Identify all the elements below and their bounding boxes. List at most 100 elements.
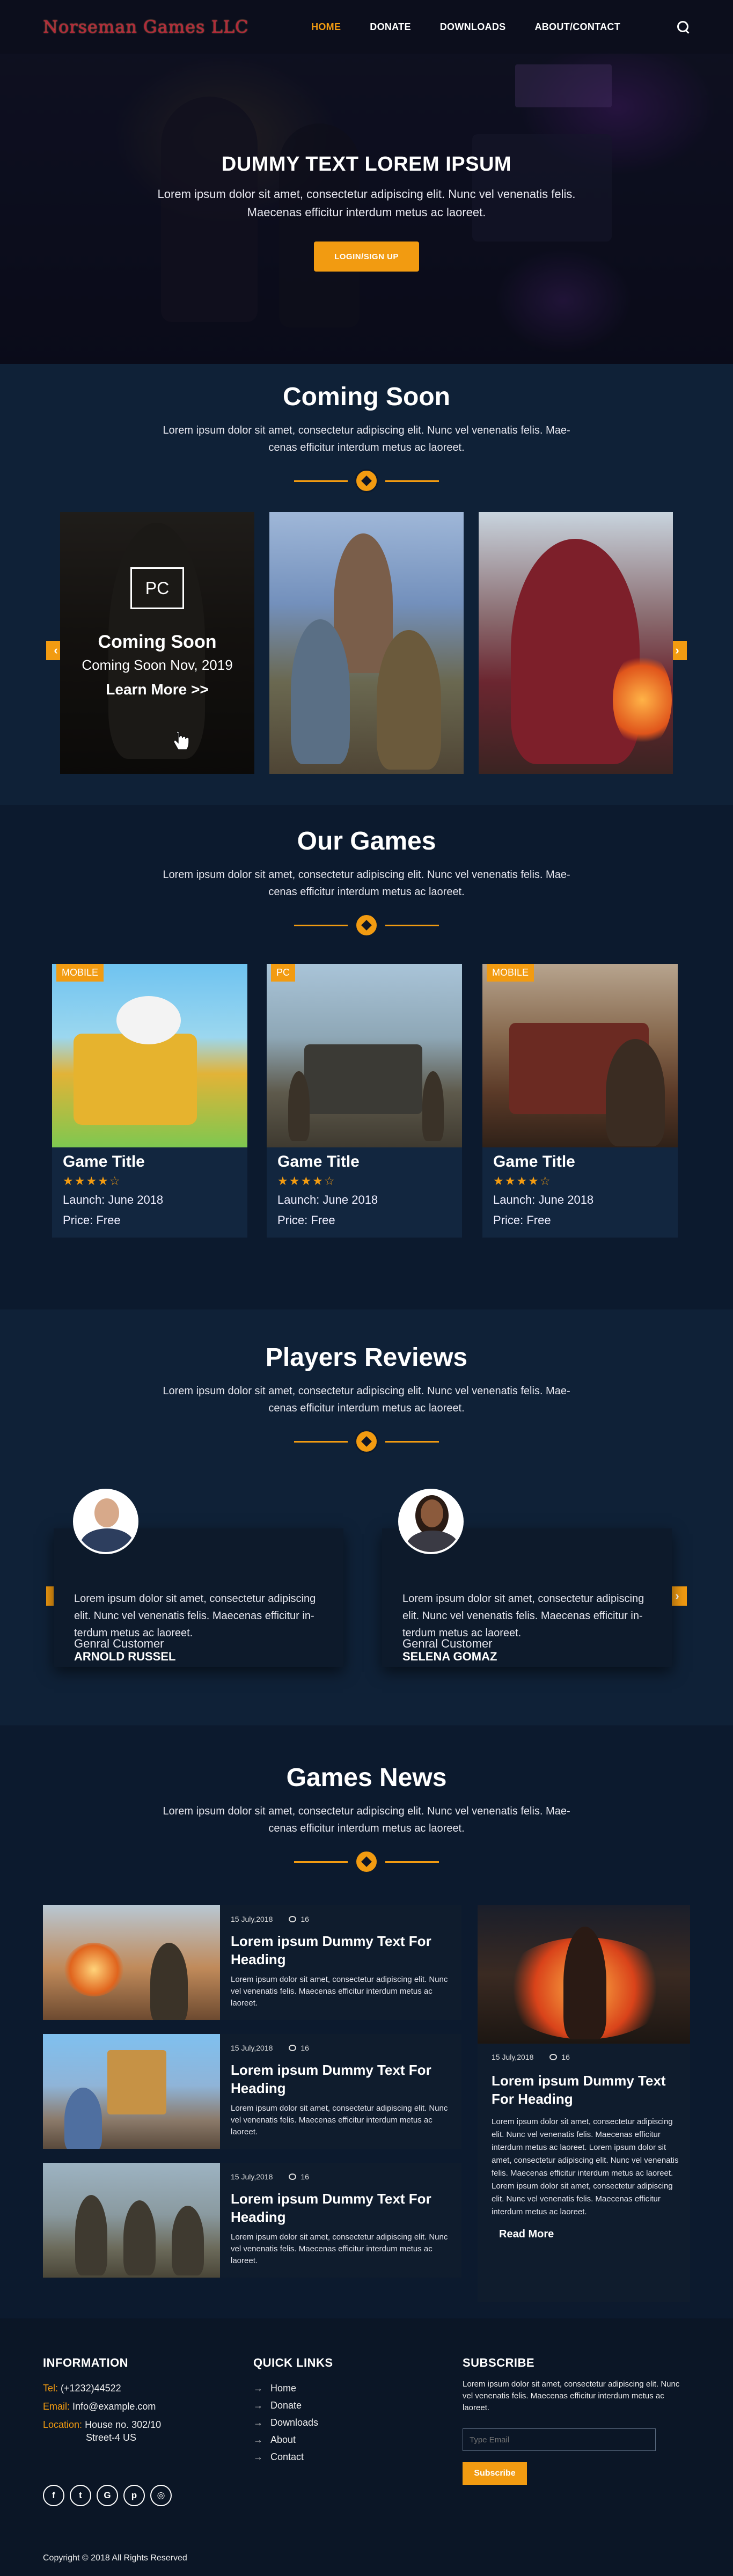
- nav-about-contact[interactable]: ABOUT/CONTACT: [534, 21, 620, 33]
- games-news-section: Games News Lorem ipsum dolor sit amet, c…: [0, 1725, 733, 2318]
- facebook-icon[interactable]: f: [43, 2485, 64, 2506]
- comment-count: 16: [300, 2044, 309, 2052]
- game-title: Game Title: [277, 1153, 360, 1170]
- read-more-link[interactable]: Read More: [499, 2228, 554, 2241]
- warrior-figure: [563, 1927, 606, 2039]
- news-heading[interactable]: Lorem ipsum Dummy Text For Heading: [492, 2072, 679, 2108]
- footer-link-contact[interactable]: Contact: [253, 2451, 304, 2463]
- news-heading[interactable]: Lorem ipsum Dummy Text For Heading: [231, 2190, 451, 2226]
- game-price: Price: Free: [277, 1213, 335, 1227]
- section-subtitle: Lorem ipsum dolor sit amet, consectetur …: [163, 1805, 570, 1834]
- footer-info-title: INFORMATION: [43, 2356, 129, 2369]
- news-meta: 15 July,2018 16: [231, 1915, 309, 1923]
- soldier-figure: [172, 2206, 204, 2275]
- featured-news[interactable]: 15 July,2018 16 Lorem ipsum Dummy Text F…: [478, 1905, 690, 2302]
- featured-news-image: [478, 1905, 690, 2044]
- game-price: Price: Free: [493, 1213, 551, 1227]
- learn-more-link[interactable]: Learn More >>: [60, 681, 254, 698]
- coming-soon-card[interactable]: PC Coming Soon Coming Soon Nov, 2019 Lea…: [60, 512, 254, 774]
- character-figure: [606, 1039, 665, 1146]
- news-image: [43, 2163, 220, 2278]
- football-icon: [355, 1430, 378, 1453]
- rating-stars: ★★★★☆: [493, 1174, 552, 1188]
- rating-stars: ★★★★☆: [63, 1174, 121, 1188]
- tower-graphic: [107, 2050, 166, 2114]
- news-heading[interactable]: Lorem ipsum Dummy Text For Heading: [231, 2061, 451, 2097]
- google-icon[interactable]: G: [97, 2485, 118, 2506]
- footer-email: Email: Info@example.com: [43, 2401, 156, 2412]
- footer-phone: Tel: (+1232)44522: [43, 2383, 121, 2394]
- pinterest-icon[interactable]: p: [123, 2485, 145, 2506]
- copyright-text: Copyright © 2018 All Rights Reserved: [43, 2553, 187, 2563]
- news-excerpt: Lorem ipsum dolor sit amet, consectetur …: [231, 2233, 448, 2265]
- platform-tag: MOBILE: [487, 964, 534, 982]
- jacket-shape: [407, 1531, 458, 1552]
- comment-icon: [549, 2054, 558, 2060]
- news-date: 15 July,2018: [231, 2044, 273, 2052]
- news-heading[interactable]: Lorem ipsum Dummy Text For Heading: [231, 1932, 451, 1968]
- launch-date: Launch: June 2018: [493, 1193, 594, 1206]
- section-subtitle: Lorem ipsum dolor sit amet, consectetur …: [163, 869, 570, 898]
- comment-count: 16: [300, 2172, 309, 2181]
- footer-subscribe-title: SUBSCRIBE: [463, 2356, 535, 2369]
- bus-graphic: [74, 1034, 197, 1125]
- fire-effect: [613, 652, 672, 748]
- footer-link-donate[interactable]: Donate: [253, 2400, 302, 2411]
- section-title: Games News: [286, 1763, 447, 1792]
- nav-downloads[interactable]: DOWNLOADS: [440, 21, 506, 33]
- hero-section: DUMMY TEXT LOREM IPSUM Lorem ipsum dolor…: [0, 0, 733, 364]
- footer-link-about[interactable]: About: [253, 2434, 296, 2446]
- game-title: Game Title: [493, 1153, 575, 1170]
- game-image: [52, 964, 247, 1147]
- footer-links-title: QUICK LINKS: [253, 2356, 333, 2369]
- footer-link-home[interactable]: Home: [253, 2383, 296, 2394]
- twitter-icon[interactable]: t: [70, 2485, 91, 2506]
- coming-soon-card[interactable]: [269, 512, 464, 774]
- main-menu: HOME DONATE DOWNLOADS ABOUT/CONTACT: [311, 20, 690, 34]
- platform-badge: PC: [130, 567, 184, 609]
- news-image: [43, 1905, 220, 2020]
- comment-icon: [289, 2045, 297, 2051]
- subscribe-email-input[interactable]: [463, 2428, 656, 2451]
- section-divider: [294, 469, 439, 493]
- nav-donate[interactable]: DONATE: [370, 21, 411, 33]
- news-date: 15 July,2018: [231, 1915, 273, 1923]
- login-signup-button[interactable]: LOGIN/SIGN UP: [314, 241, 419, 272]
- section-title: Our Games: [297, 827, 436, 855]
- site-logo[interactable]: Norseman Games LLC: [43, 17, 249, 37]
- news-item[interactable]: 15 July,2018 16 Lorem ipsum Dummy Text F…: [43, 2163, 461, 2278]
- news-meta: 15 July,2018 16: [231, 2044, 309, 2052]
- news-date: 15 July,2018: [231, 2172, 273, 2181]
- game-card[interactable]: PC Game Title ★★★★☆ Launch: June 2018 Pr…: [267, 964, 462, 1238]
- football-icon: [355, 913, 378, 937]
- soldier-figure: [288, 1071, 310, 1141]
- hero-subtitle: Lorem ipsum dolor sit amet, consectetur …: [157, 187, 576, 219]
- explosion-graphic: [64, 1943, 123, 1996]
- coming-soon-card[interactable]: [479, 512, 673, 774]
- comment-icon: [289, 1916, 297, 1922]
- news-excerpt: Lorem ipsum dolor sit amet, consectetur …: [231, 2104, 448, 2136]
- subscribe-text: Lorem ipsum dolor sit amet, consectetur …: [463, 2380, 680, 2412]
- news-excerpt: Lorem ipsum dolor sit amet, consectetur …: [231, 1975, 448, 2008]
- game-image: [482, 964, 678, 1147]
- game-card[interactable]: MOBILE Game Title ★★★★☆ Launch: June 201…: [482, 964, 678, 1238]
- news-item[interactable]: 15 July,2018 16 Lorem ipsum Dummy Text F…: [43, 1905, 461, 2020]
- reviewer-role: Genral Customer: [74, 1637, 164, 1650]
- vehicle-graphic: [304, 1044, 422, 1114]
- face-shape: [421, 1499, 443, 1527]
- nav-home[interactable]: HOME: [311, 21, 341, 33]
- footer-location-line2: Street-4 US: [86, 2432, 137, 2443]
- game-card[interactable]: MOBILE Game Title ★★★★☆ Launch: June 201…: [52, 964, 247, 1238]
- section-divider: [294, 1430, 439, 1453]
- subscribe-button[interactable]: Subscribe: [463, 2462, 527, 2485]
- game-title: Game Title: [63, 1153, 145, 1170]
- footer-link-downloads[interactable]: Downloads: [253, 2417, 318, 2428]
- review-text: Lorem ipsum dolor sit amet, consectetur …: [402, 1593, 644, 1639]
- news-item[interactable]: 15 July,2018 16 Lorem ipsum Dummy Text F…: [43, 2034, 461, 2149]
- search-icon[interactable]: [676, 20, 690, 34]
- section-divider: [294, 913, 439, 937]
- card-title: Coming Soon: [98, 632, 217, 652]
- section-title: Players Reviews: [265, 1343, 468, 1372]
- review-text: Lorem ipsum dolor sit amet, consectetur …: [74, 1593, 316, 1639]
- instagram-icon[interactable]: ◎: [150, 2485, 172, 2506]
